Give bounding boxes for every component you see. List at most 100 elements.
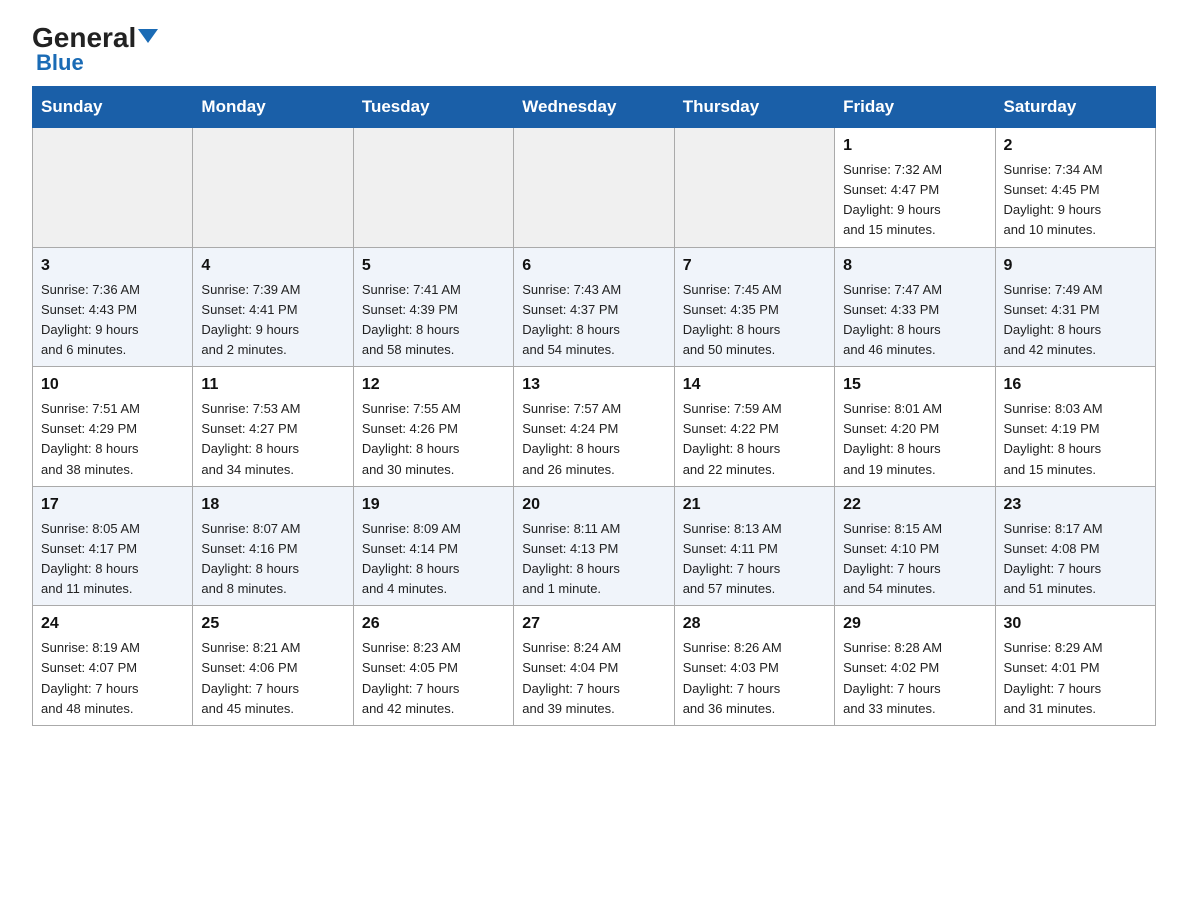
calendar-cell <box>674 128 834 248</box>
calendar-cell: 25Sunrise: 8:21 AM Sunset: 4:06 PM Dayli… <box>193 606 353 726</box>
day-info: Sunrise: 8:05 AM Sunset: 4:17 PM Dayligh… <box>41 519 184 600</box>
day-info: Sunrise: 7:47 AM Sunset: 4:33 PM Dayligh… <box>843 280 986 361</box>
day-number: 6 <box>522 254 665 278</box>
weekday-header-wednesday: Wednesday <box>514 87 674 128</box>
day-info: Sunrise: 8:23 AM Sunset: 4:05 PM Dayligh… <box>362 638 505 719</box>
day-info: Sunrise: 8:29 AM Sunset: 4:01 PM Dayligh… <box>1004 638 1147 719</box>
calendar-cell: 14Sunrise: 7:59 AM Sunset: 4:22 PM Dayli… <box>674 367 834 487</box>
day-info: Sunrise: 8:21 AM Sunset: 4:06 PM Dayligh… <box>201 638 344 719</box>
calendar-cell: 23Sunrise: 8:17 AM Sunset: 4:08 PM Dayli… <box>995 486 1155 606</box>
day-number: 12 <box>362 373 505 397</box>
day-number: 30 <box>1004 612 1147 636</box>
day-info: Sunrise: 7:59 AM Sunset: 4:22 PM Dayligh… <box>683 399 826 480</box>
day-info: Sunrise: 8:09 AM Sunset: 4:14 PM Dayligh… <box>362 519 505 600</box>
calendar-cell: 6Sunrise: 7:43 AM Sunset: 4:37 PM Daylig… <box>514 247 674 367</box>
day-info: Sunrise: 8:15 AM Sunset: 4:10 PM Dayligh… <box>843 519 986 600</box>
day-info: Sunrise: 8:11 AM Sunset: 4:13 PM Dayligh… <box>522 519 665 600</box>
day-info: Sunrise: 7:53 AM Sunset: 4:27 PM Dayligh… <box>201 399 344 480</box>
day-info: Sunrise: 7:41 AM Sunset: 4:39 PM Dayligh… <box>362 280 505 361</box>
calendar-cell: 4Sunrise: 7:39 AM Sunset: 4:41 PM Daylig… <box>193 247 353 367</box>
day-number: 11 <box>201 373 344 397</box>
weekday-header-friday: Friday <box>835 87 995 128</box>
day-number: 18 <box>201 493 344 517</box>
day-number: 23 <box>1004 493 1147 517</box>
day-number: 3 <box>41 254 184 278</box>
day-info: Sunrise: 7:49 AM Sunset: 4:31 PM Dayligh… <box>1004 280 1147 361</box>
day-number: 28 <box>683 612 826 636</box>
day-number: 4 <box>201 254 344 278</box>
day-number: 5 <box>362 254 505 278</box>
calendar-cell: 8Sunrise: 7:47 AM Sunset: 4:33 PM Daylig… <box>835 247 995 367</box>
logo: General Blue <box>32 24 158 76</box>
day-number: 27 <box>522 612 665 636</box>
calendar-cell: 30Sunrise: 8:29 AM Sunset: 4:01 PM Dayli… <box>995 606 1155 726</box>
day-info: Sunrise: 8:07 AM Sunset: 4:16 PM Dayligh… <box>201 519 344 600</box>
calendar-cell: 2Sunrise: 7:34 AM Sunset: 4:45 PM Daylig… <box>995 128 1155 248</box>
day-number: 8 <box>843 254 986 278</box>
calendar-cell: 26Sunrise: 8:23 AM Sunset: 4:05 PM Dayli… <box>353 606 513 726</box>
calendar-week-row: 10Sunrise: 7:51 AM Sunset: 4:29 PM Dayli… <box>33 367 1156 487</box>
day-number: 13 <box>522 373 665 397</box>
day-number: 17 <box>41 493 184 517</box>
calendar-cell <box>353 128 513 248</box>
day-number: 19 <box>362 493 505 517</box>
weekday-header-saturday: Saturday <box>995 87 1155 128</box>
calendar-cell: 11Sunrise: 7:53 AM Sunset: 4:27 PM Dayli… <box>193 367 353 487</box>
day-number: 29 <box>843 612 986 636</box>
day-info: Sunrise: 8:24 AM Sunset: 4:04 PM Dayligh… <box>522 638 665 719</box>
day-info: Sunrise: 7:57 AM Sunset: 4:24 PM Dayligh… <box>522 399 665 480</box>
calendar-cell <box>33 128 193 248</box>
day-info: Sunrise: 7:51 AM Sunset: 4:29 PM Dayligh… <box>41 399 184 480</box>
calendar-week-row: 17Sunrise: 8:05 AM Sunset: 4:17 PM Dayli… <box>33 486 1156 606</box>
calendar-cell: 24Sunrise: 8:19 AM Sunset: 4:07 PM Dayli… <box>33 606 193 726</box>
day-info: Sunrise: 7:36 AM Sunset: 4:43 PM Dayligh… <box>41 280 184 361</box>
calendar-header-row: SundayMondayTuesdayWednesdayThursdayFrid… <box>33 87 1156 128</box>
day-number: 21 <box>683 493 826 517</box>
calendar-cell: 22Sunrise: 8:15 AM Sunset: 4:10 PM Dayli… <box>835 486 995 606</box>
day-number: 7 <box>683 254 826 278</box>
day-info: Sunrise: 7:43 AM Sunset: 4:37 PM Dayligh… <box>522 280 665 361</box>
calendar-week-row: 1Sunrise: 7:32 AM Sunset: 4:47 PM Daylig… <box>33 128 1156 248</box>
day-info: Sunrise: 7:55 AM Sunset: 4:26 PM Dayligh… <box>362 399 505 480</box>
page-header: General Blue <box>32 24 1156 76</box>
weekday-header-tuesday: Tuesday <box>353 87 513 128</box>
calendar-cell: 28Sunrise: 8:26 AM Sunset: 4:03 PM Dayli… <box>674 606 834 726</box>
weekday-header-sunday: Sunday <box>33 87 193 128</box>
logo-triangle-icon <box>138 29 158 43</box>
calendar-cell: 13Sunrise: 7:57 AM Sunset: 4:24 PM Dayli… <box>514 367 674 487</box>
calendar-cell: 16Sunrise: 8:03 AM Sunset: 4:19 PM Dayli… <box>995 367 1155 487</box>
calendar-cell: 29Sunrise: 8:28 AM Sunset: 4:02 PM Dayli… <box>835 606 995 726</box>
day-info: Sunrise: 7:34 AM Sunset: 4:45 PM Dayligh… <box>1004 160 1147 241</box>
calendar-cell: 9Sunrise: 7:49 AM Sunset: 4:31 PM Daylig… <box>995 247 1155 367</box>
calendar-cell: 10Sunrise: 7:51 AM Sunset: 4:29 PM Dayli… <box>33 367 193 487</box>
day-info: Sunrise: 8:17 AM Sunset: 4:08 PM Dayligh… <box>1004 519 1147 600</box>
calendar-week-row: 24Sunrise: 8:19 AM Sunset: 4:07 PM Dayli… <box>33 606 1156 726</box>
weekday-header-monday: Monday <box>193 87 353 128</box>
calendar-cell: 5Sunrise: 7:41 AM Sunset: 4:39 PM Daylig… <box>353 247 513 367</box>
day-number: 2 <box>1004 134 1147 158</box>
day-info: Sunrise: 7:32 AM Sunset: 4:47 PM Dayligh… <box>843 160 986 241</box>
weekday-header-thursday: Thursday <box>674 87 834 128</box>
day-number: 20 <box>522 493 665 517</box>
day-info: Sunrise: 8:26 AM Sunset: 4:03 PM Dayligh… <box>683 638 826 719</box>
day-number: 1 <box>843 134 986 158</box>
logo-blue-text: Blue <box>36 50 84 76</box>
day-number: 16 <box>1004 373 1147 397</box>
day-number: 15 <box>843 373 986 397</box>
day-number: 25 <box>201 612 344 636</box>
calendar-cell: 18Sunrise: 8:07 AM Sunset: 4:16 PM Dayli… <box>193 486 353 606</box>
calendar-week-row: 3Sunrise: 7:36 AM Sunset: 4:43 PM Daylig… <box>33 247 1156 367</box>
logo-general-text: General <box>32 24 136 52</box>
day-info: Sunrise: 7:45 AM Sunset: 4:35 PM Dayligh… <box>683 280 826 361</box>
calendar-cell: 3Sunrise: 7:36 AM Sunset: 4:43 PM Daylig… <box>33 247 193 367</box>
calendar-cell: 17Sunrise: 8:05 AM Sunset: 4:17 PM Dayli… <box>33 486 193 606</box>
calendar-cell: 7Sunrise: 7:45 AM Sunset: 4:35 PM Daylig… <box>674 247 834 367</box>
day-info: Sunrise: 8:03 AM Sunset: 4:19 PM Dayligh… <box>1004 399 1147 480</box>
calendar-cell: 1Sunrise: 7:32 AM Sunset: 4:47 PM Daylig… <box>835 128 995 248</box>
day-info: Sunrise: 7:39 AM Sunset: 4:41 PM Dayligh… <box>201 280 344 361</box>
day-number: 10 <box>41 373 184 397</box>
day-info: Sunrise: 8:01 AM Sunset: 4:20 PM Dayligh… <box>843 399 986 480</box>
day-number: 9 <box>1004 254 1147 278</box>
day-info: Sunrise: 8:28 AM Sunset: 4:02 PM Dayligh… <box>843 638 986 719</box>
calendar-table: SundayMondayTuesdayWednesdayThursdayFrid… <box>32 86 1156 726</box>
